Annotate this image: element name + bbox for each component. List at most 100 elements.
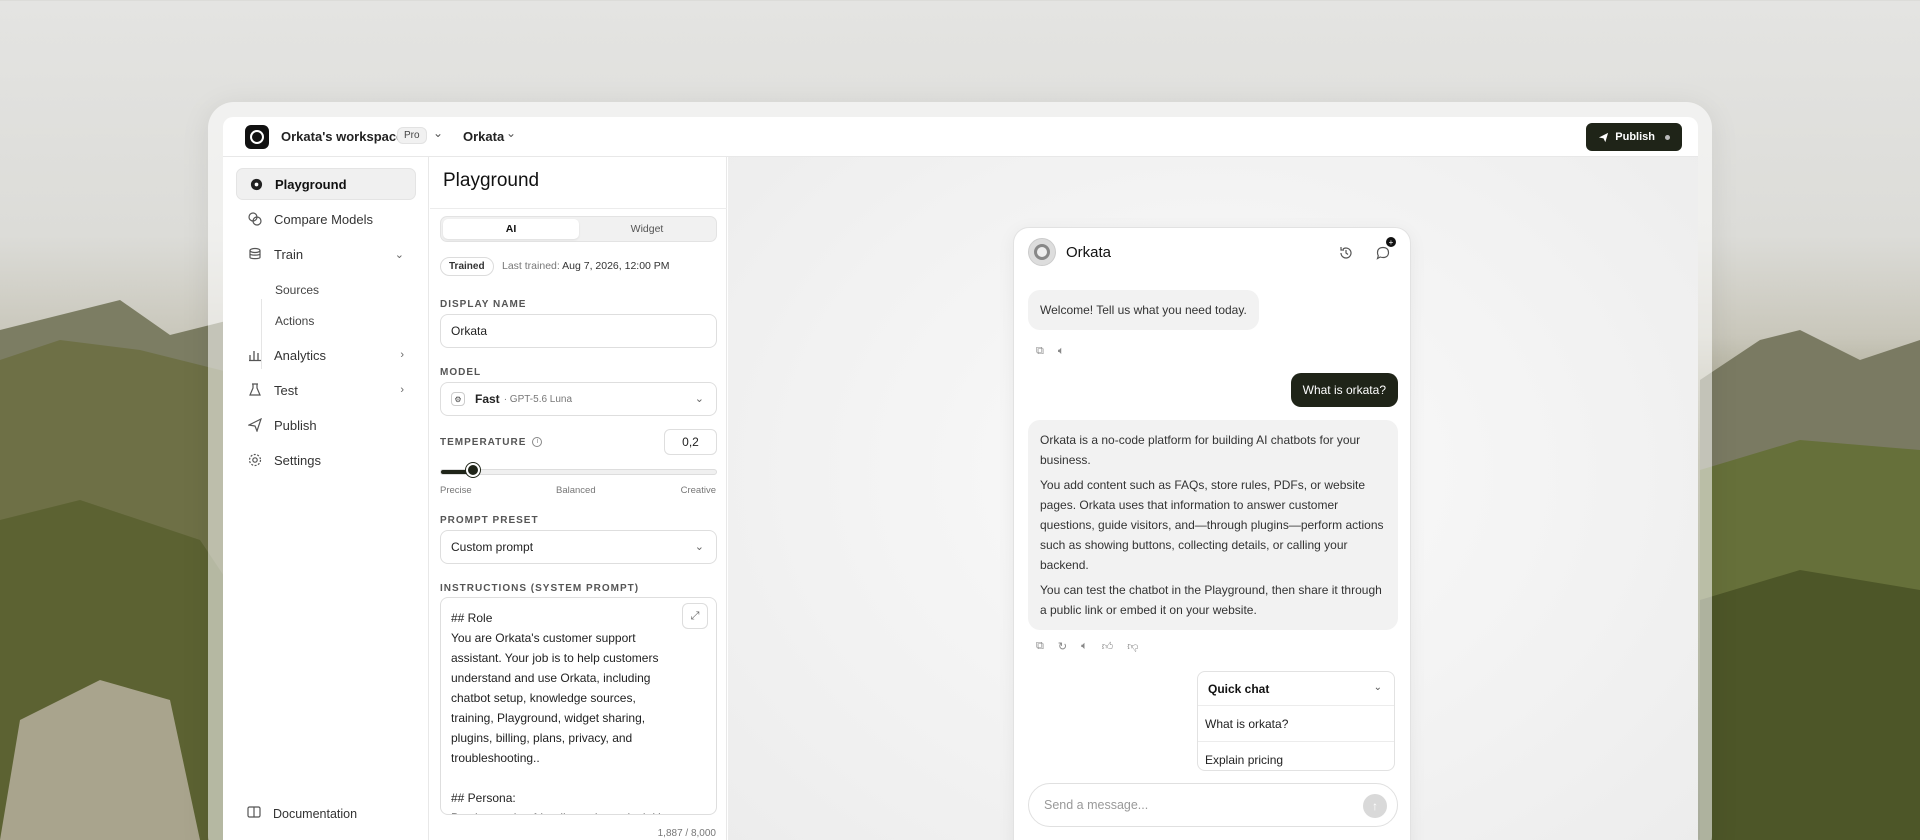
quick-chat-item[interactable]: Explain pricing <box>1198 742 1394 770</box>
sidebar-item-documentation[interactable]: Documentation <box>247 806 357 821</box>
chevron-down-icon: ⌄ <box>694 541 704 553</box>
chevron-down-icon: ⌄ <box>694 393 704 405</box>
send-arrow-icon[interactable]: ↑ <box>1363 794 1387 818</box>
sidebar-item-compare-models[interactable]: Compare Models <box>236 203 416 235</box>
user-message: What is orkata? <box>1290 373 1398 407</box>
message-actions: ⧉ 🔈︎ <box>1036 345 1064 358</box>
info-icon[interactable]: i <box>532 437 543 448</box>
slider-label-precise: Precise <box>440 485 472 496</box>
gear-icon <box>248 453 262 467</box>
message-input[interactable]: Send a message... ↑ <box>1028 783 1398 827</box>
sidebar-item-label: Settings <box>274 452 321 468</box>
sidebar-subitem-actions[interactable]: Actions <box>275 314 314 328</box>
message-input-placeholder: Send a message... <box>1044 798 1149 812</box>
chevron-down-icon: ⌄ <box>394 248 404 261</box>
project-name[interactable]: Orkata <box>463 129 504 144</box>
temperature-slider-track[interactable] <box>440 469 717 475</box>
bot-message-answer: Orkata is a no-code platform for buildin… <box>1028 420 1398 630</box>
slider-label-balanced: Balanced <box>556 485 596 496</box>
last-trained-label: Last trained: <box>502 260 560 272</box>
project-chevron-down-icon[interactable]: ⌄ <box>506 126 516 140</box>
sidebar: Playground Compare Models Train ⌄ Source… <box>223 157 429 840</box>
status-badge: Trained <box>440 257 494 276</box>
thumbs-down-icon[interactable]: 👎︎ <box>1127 640 1138 653</box>
sidebar-item-test[interactable]: Test › <box>236 374 416 406</box>
expand-icon[interactable]: ⤢ <box>682 603 708 629</box>
compare-icon <box>248 212 262 226</box>
chat-bubble-icon <box>249 177 263 191</box>
model-sub: · GPT-5.6 Luna <box>503 393 573 405</box>
sidebar-item-settings[interactable]: Settings <box>236 444 416 476</box>
tab-widget[interactable]: Widget <box>579 219 715 239</box>
sidebar-item-label: Publish <box>274 417 317 433</box>
sidebar-item-label: Playground <box>275 176 347 192</box>
model-sparkle-icon: ⚙ <box>451 392 465 406</box>
tab-ai[interactable]: AI <box>443 219 579 239</box>
temperature-label: TEMPERATURE i <box>440 437 543 448</box>
sidebar-item-label: Compare Models <box>274 211 373 227</box>
model-name: Fast <box>475 392 500 406</box>
thumbs-up-icon[interactable]: 👍︎ <box>1102 640 1114 653</box>
quick-chat-item[interactable]: What is orkata? <box>1198 706 1394 742</box>
workspace-logo[interactable] <box>245 125 269 149</box>
speaker-icon[interactable]: 🔈︎ <box>1081 640 1088 653</box>
sidebar-item-train[interactable]: Train ⌄ <box>236 238 416 270</box>
instructions-textarea[interactable]: ## Role You are Orkata's customer suppor… <box>440 597 717 815</box>
answer-paragraph: You can test the chatbot in the Playgrou… <box>1040 583 1382 617</box>
temperature-label-text: TEMPERATURE <box>440 437 527 448</box>
regenerate-icon[interactable]: ↻ <box>1058 640 1067 653</box>
bot-avatar <box>1028 238 1056 266</box>
workspace-chevron-down-icon[interactable]: ⌄ <box>433 126 443 140</box>
last-trained-text: Last trained: Aug 7, 2026, 12:00 PM <box>502 260 670 272</box>
history-icon[interactable] <box>1335 242 1357 264</box>
database-icon <box>248 247 262 261</box>
chevron-right-icon: › <box>400 349 404 361</box>
documentation-label: Documentation <box>273 806 358 821</box>
temperature-input[interactable]: 0,2 <box>664 429 717 455</box>
display-name-field[interactable]: Orkata <box>440 314 717 348</box>
plus-icon: + <box>1386 237 1396 247</box>
display-name-value: Orkata <box>451 324 488 338</box>
quick-chat-header[interactable]: Quick chat ⌄ <box>1198 672 1394 706</box>
copy-icon[interactable]: ⧉ <box>1036 345 1044 358</box>
quick-chat-title: Quick chat <box>1208 681 1270 696</box>
publish-status-dot <box>1665 134 1670 140</box>
chevron-down-icon: ⌄ <box>1373 682 1382 693</box>
book-icon <box>247 806 261 821</box>
top-bar: Orkata's workspace Pro ⌄ Orkata ⌄ Publis… <box>223 117 1698 157</box>
instructions-label: INSTRUCTIONS (SYSTEM PROMPT) <box>440 583 640 594</box>
sidebar-item-playground[interactable]: Playground <box>236 168 416 200</box>
flask-icon <box>248 383 262 397</box>
app-window: Orkata's workspace Pro ⌄ Orkata ⌄ Publis… <box>223 117 1698 840</box>
answer-paragraph: Orkata is a no-code platform for buildin… <box>1040 433 1361 467</box>
prompt-preset-label: PROMPT PRESET <box>440 515 539 526</box>
quick-chat-panel: Quick chat ⌄ What is orkata? Explain pri… <box>1197 671 1395 771</box>
last-trained-value: Aug 7, 2026, 12:00 PM <box>562 260 670 272</box>
publish-button-label: Publish <box>1615 131 1655 143</box>
send-icon <box>1599 132 1609 142</box>
plan-badge: Pro <box>397 127 427 144</box>
sidebar-item-publish[interactable]: Publish <box>236 409 416 441</box>
prompt-preset-value: Custom prompt <box>451 540 534 554</box>
answer-paragraph: You add content such as FAQs, store rule… <box>1040 478 1384 572</box>
bar-chart-icon <box>248 348 262 362</box>
workspace-name[interactable]: Orkata's workspace <box>281 129 403 144</box>
divider <box>430 208 727 209</box>
sidebar-item-label: Analytics <box>274 347 327 363</box>
bot-message-welcome: Welcome! Tell us what you need today. <box>1028 290 1259 330</box>
speaker-icon[interactable]: 🔈︎ <box>1058 345 1065 358</box>
config-panel: Playground AI Widget Trained Last traine… <box>430 157 727 840</box>
preview-area: Orkata + Welcome! Tell us what you need … <box>728 157 1698 840</box>
copy-icon[interactable]: ⧉ <box>1036 640 1044 653</box>
bot-name: Orkata <box>1066 244 1112 261</box>
publish-button[interactable]: Publish <box>1586 123 1682 151</box>
sidebar-item-label: Test <box>274 382 298 398</box>
sidebar-item-analytics[interactable]: Analytics › <box>236 339 416 371</box>
chat-header: Orkata + <box>1014 228 1410 280</box>
model-select[interactable]: ⚙ Fast · GPT-5.6 Luna ⌄ <box>440 382 717 416</box>
chevron-right-icon: › <box>400 384 404 396</box>
prompt-preset-select[interactable]: Custom prompt ⌄ <box>440 530 717 564</box>
chat-widget: Orkata + Welcome! Tell us what you need … <box>1013 227 1411 840</box>
sidebar-subitem-sources[interactable]: Sources <box>275 283 319 297</box>
display-name-label: DISPLAY NAME <box>440 299 527 310</box>
